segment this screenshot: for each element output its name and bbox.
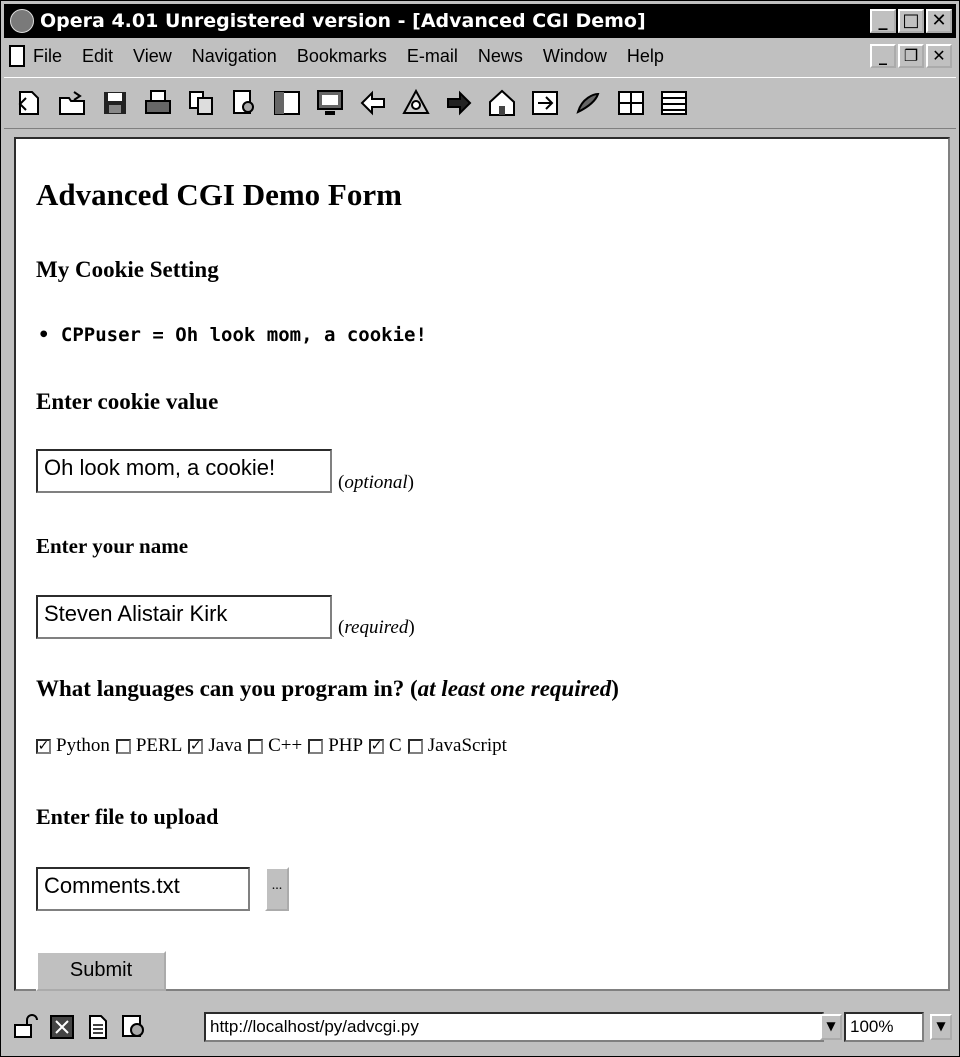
opera-app-icon[interactable] xyxy=(10,9,34,33)
submit-button[interactable]: Submit xyxy=(36,951,166,991)
name-required-hint: (required) xyxy=(338,617,415,638)
python-checkbox[interactable]: ✓ xyxy=(36,738,51,754)
php-label: PHP xyxy=(328,735,364,756)
toolbar xyxy=(4,77,956,129)
cpp-checkbox[interactable] xyxy=(248,738,264,754)
stop-icon[interactable] xyxy=(530,88,560,118)
javascript-checkbox[interactable] xyxy=(407,738,423,754)
upload-file-input[interactable]: Comments.txt xyxy=(36,867,250,911)
new-page-icon[interactable] xyxy=(14,88,44,118)
menu-bar: File Edit View Navigation Bookmarks E-ma… xyxy=(4,39,956,73)
page-title: Advanced CGI Demo Form xyxy=(36,177,402,212)
document-minimize-button[interactable]: _ xyxy=(870,44,896,68)
minimize-button[interactable]: _ xyxy=(870,9,896,33)
perl-label: PERL xyxy=(135,735,183,756)
menu-file[interactable]: File xyxy=(33,46,62,67)
zoom-view-icon[interactable] xyxy=(120,1013,148,1041)
status-bar: http://localhost/py/advcgi.py ▼ 100% ▼ xyxy=(4,1001,956,1053)
menu-view[interactable]: View xyxy=(133,46,172,67)
menu-window[interactable]: Window xyxy=(543,46,607,67)
cpp-label: C++ xyxy=(268,735,303,756)
monitor-icon[interactable] xyxy=(315,88,345,118)
cookie-optional-hint: (optional) xyxy=(338,472,414,493)
document-close-button[interactable]: ✕ xyxy=(926,44,952,68)
languages-heading: What languages can you program in? (at l… xyxy=(36,676,619,701)
cookie-setting-heading: My Cookie Setting xyxy=(36,257,219,282)
document-view-icon[interactable] xyxy=(84,1013,112,1041)
name-input[interactable]: Steven Alistair Kirk xyxy=(36,595,332,639)
bookmark-icon[interactable] xyxy=(573,88,603,118)
reload-icon[interactable] xyxy=(401,88,431,118)
menu-edit[interactable]: Edit xyxy=(82,46,113,67)
menu-navigation[interactable]: Navigation xyxy=(192,46,277,67)
c-checkbox[interactable]: ✓ xyxy=(369,738,385,754)
menu-help[interactable]: Help xyxy=(627,46,664,67)
cookie-value-input[interactable]: Oh look mom, a cookie! xyxy=(36,449,332,493)
address-field[interactable]: http://localhost/py/advcgi.py xyxy=(204,1012,824,1042)
zoom-dropdown-button[interactable]: ▼ xyxy=(930,1014,952,1040)
window-cascade-icon[interactable] xyxy=(659,88,689,118)
menu-bookmarks[interactable]: Bookmarks xyxy=(297,46,387,67)
hotlist-icon[interactable] xyxy=(272,88,302,118)
open-folder-icon[interactable] xyxy=(57,88,87,118)
browser-window: Opera 4.01 Unregistered version - [Advan… xyxy=(0,0,960,1057)
security-lock-icon[interactable] xyxy=(12,1013,40,1041)
menu-email[interactable]: E-mail xyxy=(407,46,458,67)
save-icon[interactable] xyxy=(100,88,130,118)
php-checkbox[interactable] xyxy=(308,738,324,754)
menu-news[interactable]: News xyxy=(478,46,523,67)
document-icon[interactable] xyxy=(9,45,25,67)
forward-icon[interactable] xyxy=(444,88,474,118)
page-content: Advanced CGI Demo Form My Cookie Setting… xyxy=(14,137,950,991)
print-icon[interactable] xyxy=(143,88,173,118)
cookie-setting-item: • CPPuser = Oh look mom, a cookie! xyxy=(38,324,427,346)
name-heading: Enter your name xyxy=(36,534,189,558)
browse-button[interactable]: ... xyxy=(265,867,289,911)
title-bar: Opera 4.01 Unregistered version - [Advan… xyxy=(4,4,956,38)
home-icon[interactable] xyxy=(487,88,517,118)
c-label: C xyxy=(389,735,402,756)
document-restore-button[interactable]: ❐ xyxy=(898,44,924,68)
python-label: Python xyxy=(56,735,110,756)
java-label: Java xyxy=(208,735,243,756)
find-icon[interactable] xyxy=(229,88,259,118)
address-dropdown-button[interactable]: ▼ xyxy=(820,1014,842,1040)
java-checkbox[interactable]: ✓ xyxy=(188,738,204,754)
maximize-button[interactable]: □ xyxy=(898,9,924,33)
window-tile-icon[interactable] xyxy=(616,88,646,118)
images-off-icon[interactable] xyxy=(48,1013,76,1041)
window-title: Opera 4.01 Unregistered version - [Advan… xyxy=(40,10,646,32)
upload-heading: Enter file to upload xyxy=(36,804,219,829)
perl-checkbox[interactable] xyxy=(115,738,131,754)
zoom-field[interactable]: 100% xyxy=(844,1012,924,1042)
cookie-value-heading: Enter cookie value xyxy=(36,389,219,414)
close-button[interactable]: ✕ xyxy=(926,9,952,33)
languages-checkbox-group: ✓ Python PERL ✓ Java C++ PHP ✓ C JavaScript xyxy=(36,735,513,757)
back-icon[interactable] xyxy=(358,88,388,118)
javascript-label: JavaScript xyxy=(427,735,507,756)
copy-icon[interactable] xyxy=(186,88,216,118)
